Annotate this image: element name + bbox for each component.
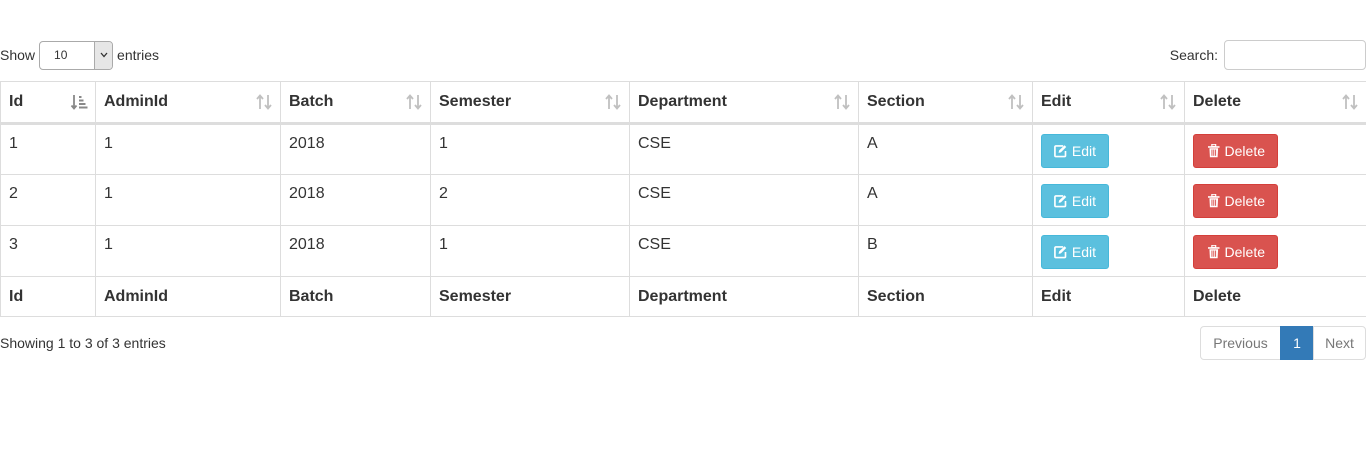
cell-section: B <box>858 225 1033 277</box>
column-header-adminid[interactable]: AdminId <box>95 81 281 125</box>
cell-batch: 2018 <box>280 123 431 175</box>
length-menu: Show 10 entries <box>0 40 159 70</box>
data-table: Id AdminId Batch Semester Department Sec… <box>0 81 1366 317</box>
column-header-label: Edit <box>1041 93 1072 110</box>
cell-id: 1 <box>0 123 96 175</box>
cell-department: CSE <box>629 174 859 226</box>
edit-button[interactable]: Edit <box>1041 235 1109 269</box>
sort-both-icon <box>605 94 621 110</box>
sort-both-icon <box>256 94 272 110</box>
sort-both-icon <box>406 94 422 110</box>
cell-edit: Edit <box>1032 123 1185 175</box>
cell-section: A <box>858 174 1033 226</box>
column-footer-delete: Delete <box>1184 276 1366 317</box>
column-header-label: Semester <box>439 93 512 110</box>
page-length-select[interactable]: 10 <box>39 40 114 70</box>
column-header-semester[interactable]: Semester <box>430 81 630 125</box>
sort-both-icon <box>1160 94 1176 110</box>
column-header-label: AdminId <box>104 93 168 110</box>
trash-icon <box>1208 144 1220 158</box>
cell-semester: 1 <box>430 123 630 175</box>
column-footer-semester: Semester <box>430 276 630 317</box>
cell-batch: 2018 <box>280 174 431 226</box>
page-button-current[interactable]: 1 <box>1280 326 1314 360</box>
column-footer-id: Id <box>0 276 96 317</box>
cell-adminid: 1 <box>95 225 281 277</box>
search-box: Search: <box>1170 40 1366 70</box>
cell-department: CSE <box>629 225 859 277</box>
sort-both-icon <box>1008 94 1024 110</box>
cell-id: 3 <box>0 225 96 277</box>
column-footer-edit: Edit <box>1032 276 1185 317</box>
column-footer-department: Department <box>629 276 859 317</box>
table-row: 3 1 2018 1 CSE B Edit Delete <box>0 225 1366 277</box>
edit-button-label: Edit <box>1071 193 1096 209</box>
column-header-label: Delete <box>1193 93 1242 110</box>
delete-button-label: Delete <box>1224 193 1265 209</box>
chevron-down-icon <box>94 41 113 69</box>
table-row: 2 1 2018 2 CSE A Edit Delete <box>0 174 1366 226</box>
sort-both-icon <box>834 94 850 110</box>
table-controls: Show 10 entries Search: <box>0 40 1366 70</box>
search-label: Search: <box>1169 47 1218 63</box>
column-header-section[interactable]: Section <box>858 81 1033 125</box>
trash-icon <box>1208 194 1220 208</box>
delete-button[interactable]: Delete <box>1193 184 1278 218</box>
show-label: Show <box>0 47 36 63</box>
edit-button-label: Edit <box>1071 244 1096 260</box>
cell-delete: Delete <box>1184 225 1366 277</box>
edit-icon <box>1054 145 1067 158</box>
cell-edit: Edit <box>1032 225 1185 277</box>
cell-semester: 2 <box>430 174 630 226</box>
column-header-id[interactable]: Id <box>0 81 96 125</box>
cell-delete: Delete <box>1184 174 1366 226</box>
column-header-batch[interactable]: Batch <box>280 81 431 125</box>
column-footer-adminid: AdminId <box>95 276 281 317</box>
table-info: Showing 1 to 3 of 3 entries <box>0 335 166 351</box>
column-header-label: Department <box>638 93 727 110</box>
cell-batch: 2018 <box>280 225 431 277</box>
column-header-department[interactable]: Department <box>629 81 859 125</box>
column-header-label: Batch <box>289 93 334 110</box>
column-header-label: Id <box>9 93 24 110</box>
column-header-delete[interactable]: Delete <box>1184 81 1366 125</box>
delete-button-label: Delete <box>1224 244 1265 260</box>
delete-button[interactable]: Delete <box>1193 134 1278 168</box>
cell-adminid: 1 <box>95 123 281 175</box>
column-header-label: Section <box>867 93 925 110</box>
search-input[interactable] <box>1224 40 1366 70</box>
header-row: Id AdminId Batch Semester Department Sec… <box>0 81 1366 125</box>
page-length-value: 10 <box>54 48 68 62</box>
entries-label: entries <box>117 47 160 63</box>
sort-ascending-icon <box>70 95 88 110</box>
delete-button[interactable]: Delete <box>1193 235 1278 269</box>
column-header-edit[interactable]: Edit <box>1032 81 1185 125</box>
delete-button-label: Delete <box>1224 143 1265 159</box>
cell-section: A <box>858 123 1033 175</box>
previous-page-button[interactable]: Previous <box>1200 326 1281 360</box>
column-footer-section: Section <box>858 276 1033 317</box>
trash-icon <box>1208 245 1220 259</box>
cell-department: CSE <box>629 123 859 175</box>
table-row: 1 1 2018 1 CSE A Edit Delete <box>0 123 1366 175</box>
column-footer-batch: Batch <box>280 276 431 317</box>
cell-adminid: 1 <box>95 174 281 226</box>
edit-icon <box>1054 195 1067 208</box>
cell-id: 2 <box>0 174 96 226</box>
edit-button-label: Edit <box>1071 143 1096 159</box>
cell-semester: 1 <box>430 225 630 277</box>
sort-both-icon <box>1342 94 1358 110</box>
edit-icon <box>1054 246 1067 259</box>
footer-row: Id AdminId Batch Semester Department Sec… <box>0 276 1366 317</box>
cell-edit: Edit <box>1032 174 1185 226</box>
next-page-button[interactable]: Next <box>1313 326 1366 360</box>
edit-button[interactable]: Edit <box>1041 134 1109 168</box>
cell-delete: Delete <box>1184 123 1366 175</box>
pagination: Previous 1 Next <box>1200 326 1366 360</box>
edit-button[interactable]: Edit <box>1041 184 1109 218</box>
